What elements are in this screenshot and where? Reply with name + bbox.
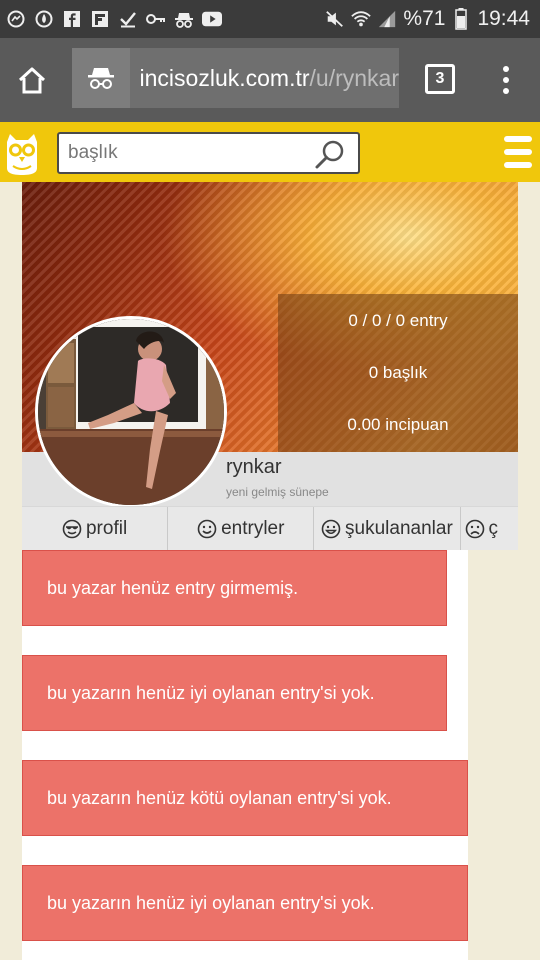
tab-switcher-button[interactable]: 3 [425, 64, 455, 94]
username: rynkar [226, 456, 282, 478]
tab-label: şukulananlar [345, 518, 453, 539]
key-icon [146, 9, 166, 29]
avatar-photo [38, 319, 224, 505]
home-button[interactable] [0, 38, 64, 122]
user-title: yeni gelmiş sünepe [226, 485, 329, 499]
battery-percent: %71 [403, 7, 446, 30]
incognito-icon [174, 9, 194, 29]
smile-icon [197, 519, 217, 539]
url-domain: incisozluk.com.tr [139, 64, 310, 91]
system-icons: %71 19:44 [325, 7, 540, 31]
search-box[interactable] [57, 132, 360, 174]
menu-bar [504, 149, 532, 155]
browser-toolbar: incisozluk.com.tr/u/rynkar 3 [0, 38, 540, 122]
search-icon[interactable] [314, 138, 346, 170]
search-input[interactable] [59, 142, 309, 164]
signal-icon [377, 9, 397, 29]
wifi-icon [351, 9, 372, 29]
youtube-icon [202, 9, 222, 29]
status-bar: %71 19:44 [0, 0, 540, 38]
dot [503, 88, 509, 94]
tab-sukulananlar[interactable]: şukulananlar [314, 507, 461, 550]
site-header [0, 122, 540, 182]
tab-label: entryler [221, 518, 285, 539]
tab-label: ç [488, 518, 499, 539]
overflow-menu-button[interactable] [494, 58, 518, 102]
avatar[interactable] [35, 316, 227, 508]
menu-bar [504, 136, 532, 142]
clock: 19:44 [477, 7, 530, 30]
flipboard-icon [90, 9, 110, 29]
tab-entryler[interactable]: entryler [168, 507, 315, 550]
menu-bar [504, 162, 532, 168]
topic-count[interactable]: 0 başlık [278, 363, 518, 383]
sad-face-icon [465, 519, 484, 539]
happy-face-icon [321, 519, 341, 539]
check-icon [118, 9, 138, 29]
address-bar[interactable]: incisozluk.com.tr/u/rynkar [72, 48, 399, 108]
incognito-badge [72, 48, 130, 108]
tab-profil[interactable]: profil [22, 507, 169, 550]
tab-label: profil [85, 518, 128, 539]
no-upvoted-message: bu yazarın henüz iyi oylanan entry'si yo… [22, 655, 447, 731]
fire-icon [34, 9, 54, 29]
points: 0.00 incipuan [347, 415, 449, 434]
home-icon [18, 67, 46, 94]
empty-entries-message: bu yazar henüz entry girmemiş. [22, 550, 447, 626]
url-path: /u/rynkar [309, 64, 399, 91]
no-downvoted-message: bu yazarın henüz kötü oylanan entry'si y… [22, 760, 468, 836]
tab-cok[interactable]: ç [461, 507, 518, 550]
owl-logo-icon[interactable] [4, 128, 40, 176]
battery-icon [451, 8, 471, 30]
no-upvoted-message-2: bu yazarın henüz iyi oylanan entry'si yo… [22, 865, 468, 941]
profile-stats-panel: 0 / 0 / 0 entry 0 başlık 0.00 incipuan [278, 294, 518, 452]
url-text[interactable]: incisozluk.com.tr/u/rynkar [130, 65, 399, 92]
mute-icon [325, 9, 345, 29]
cool-face-icon [62, 519, 82, 539]
facebook-icon [62, 9, 82, 29]
dot [503, 66, 509, 72]
incognito-icon [87, 68, 114, 89]
dot [503, 77, 509, 83]
menu-icon[interactable] [504, 136, 532, 168]
entry-count[interactable]: 0 / 0 / 0 entry [278, 311, 518, 331]
notification-icons [0, 9, 222, 29]
profile-tabs: profil entryler şukulananlar ç [22, 506, 518, 550]
fb-messenger-icon [6, 9, 26, 29]
